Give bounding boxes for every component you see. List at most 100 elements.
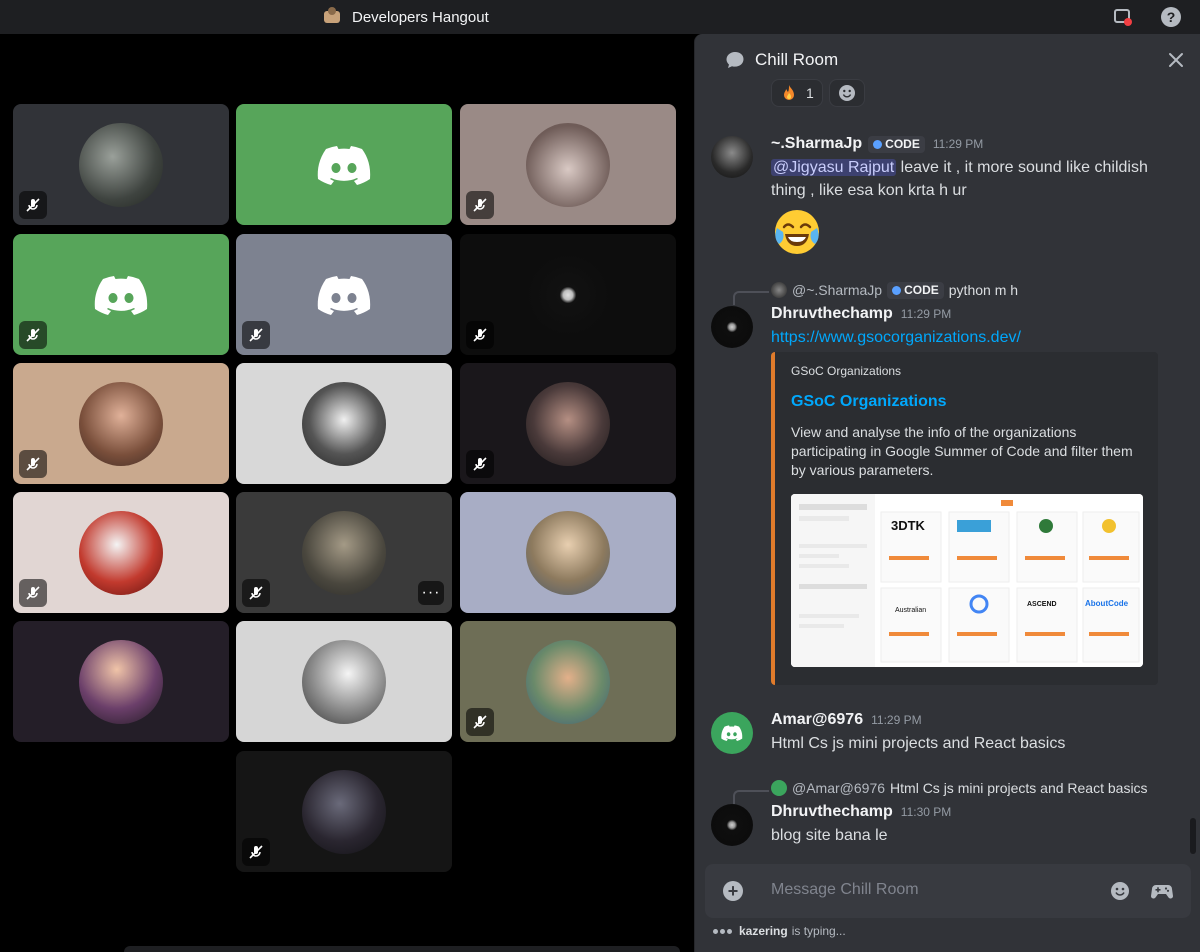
avatar [302, 381, 386, 466]
message-author[interactable]: Dhruvthechamp [771, 803, 893, 821]
message-text: Html Cs js mini projects and React basic… [771, 735, 1066, 752]
embed-description: View and analyse the info of the organiz… [791, 424, 1133, 478]
avatar [79, 639, 163, 724]
video-tile[interactable]: ··· [236, 492, 452, 613]
reaction-fire[interactable]: 1 [771, 79, 823, 107]
add-reaction-button[interactable] [828, 79, 865, 107]
reply-author[interactable]: @~.SharmaJp [792, 282, 882, 298]
message-timestamp: 11:29 PM [871, 713, 922, 727]
message-content: @Jigyasu Rajput leave it , it more sound… [771, 156, 1171, 202]
avatar [302, 510, 386, 595]
link-embed: GSoC Organizations GSoC Organizations Vi… [771, 352, 1158, 685]
mic-muted-icon [466, 321, 494, 349]
video-tile[interactable] [13, 104, 229, 225]
video-tile[interactable] [236, 234, 452, 355]
guild-tag-label: CODE [885, 137, 920, 151]
mic-muted-icon [466, 191, 494, 219]
guild-tag-badge: CODE [887, 281, 944, 299]
video-tile[interactable] [13, 621, 229, 742]
reactions-row: 1 [771, 79, 865, 107]
avatar [526, 252, 610, 337]
avatar [79, 381, 163, 466]
video-tile[interactable] [236, 363, 452, 484]
video-tile[interactable] [460, 621, 676, 742]
emoji-picker-icon[interactable] [1110, 881, 1130, 901]
avatar [79, 122, 163, 207]
guild-tag-label: CODE [904, 283, 939, 297]
mic-muted-icon [242, 321, 270, 349]
mic-muted-icon [19, 191, 47, 219]
svg-text:ASCEND: ASCEND [1027, 601, 1057, 608]
guild-tag-badge[interactable]: CODE [868, 135, 925, 153]
reply-connector [733, 291, 769, 305]
reply-avatar [771, 282, 787, 298]
mic-muted-icon [466, 708, 494, 736]
message: Amar@6976 11:29 PM Html Cs js mini proje… [711, 710, 1181, 760]
reply-avatar [771, 780, 787, 796]
message: Dhruvthechamp 11:30 PM blog site bana le [711, 802, 1181, 852]
user-mention[interactable]: @Jigyasu Rajput [771, 159, 897, 176]
avatar [302, 639, 386, 724]
message: ~.SharmaJp CODE 11:29 PM @Jigyasu Rajput… [711, 134, 1181, 264]
avatar [526, 122, 610, 207]
svg-text:3DTK: 3DTK [891, 518, 926, 533]
avatar[interactable] [711, 712, 753, 754]
inbox-icon[interactable] [1112, 6, 1134, 28]
window-title: Developers Hangout [322, 7, 489, 27]
add-attachment-button[interactable]: + [723, 881, 743, 901]
message-timestamp: 11:30 PM [900, 805, 952, 819]
discord-logo-icon [317, 145, 371, 185]
more-options-button[interactable]: ··· [418, 581, 444, 605]
avatar[interactable] [711, 804, 753, 846]
svg-text:AboutCode: AboutCode [1085, 599, 1129, 608]
avatar [526, 381, 610, 466]
avatar [526, 510, 610, 595]
close-icon[interactable] [1165, 49, 1187, 71]
reply-preview[interactable]: @Amar@6976 Html Cs js mini projects and … [771, 778, 1148, 798]
message-link[interactable]: https://www.gsocorganizations.dev/ [771, 329, 1021, 346]
channel-name: Chill Room [755, 50, 839, 69]
add-reaction-icon [838, 85, 855, 101]
video-tile[interactable] [460, 104, 676, 225]
discord-logo-icon [317, 275, 371, 315]
video-tile[interactable] [460, 492, 676, 613]
reply-preview[interactable]: @~.SharmaJp CODE python m h [771, 280, 1018, 300]
avatar[interactable] [711, 306, 753, 348]
message-timestamp: 11:29 PM [900, 307, 952, 321]
video-tile[interactable] [13, 234, 229, 355]
embed-provider: GSoC Organizations [791, 364, 902, 378]
chat-scrollbar[interactable] [1190, 818, 1196, 854]
video-tile[interactable] [236, 104, 452, 225]
title-bar: Developers Hangout ? [0, 0, 1200, 34]
chat-bubble-icon [726, 52, 744, 68]
video-tile[interactable] [236, 751, 452, 872]
help-icon[interactable]: ? [1160, 6, 1182, 28]
gamepad-icon[interactable] [1151, 881, 1173, 901]
avatar [526, 639, 610, 724]
reply-text: python m h [948, 282, 1019, 298]
embed-title[interactable]: GSoC Organizations [791, 393, 1142, 411]
avatar[interactable] [711, 136, 753, 178]
video-tile[interactable] [460, 234, 676, 355]
window-title-text: Developers Hangout [352, 8, 489, 26]
tag-drop-icon [873, 139, 883, 149]
message-composer[interactable]: + Message Chill Room [705, 864, 1191, 918]
message-author[interactable]: Amar@6976 [771, 711, 863, 729]
video-tile[interactable] [13, 363, 229, 484]
video-tile[interactable] [460, 363, 676, 484]
mic-muted-icon [242, 579, 270, 607]
message-input[interactable]: Message Chill Room [771, 881, 919, 899]
mic-muted-icon [242, 838, 270, 866]
chat-panel: Chill Room 1 ~.SharmaJp CODE 11:29 PM @J… [694, 34, 1200, 952]
reply-text: Html Cs js mini projects and React basic… [890, 780, 1148, 796]
video-tile[interactable] [13, 492, 229, 613]
message-author[interactable]: ~.SharmaJp [771, 135, 862, 153]
mic-muted-icon [19, 579, 47, 607]
message-author[interactable]: Dhruvthechamp [771, 305, 893, 323]
typing-suffix: is typing... [791, 924, 846, 938]
bottom-bar [124, 946, 680, 952]
embed-preview-image[interactable]: 3DTK Australian ASCEND AboutCode [791, 494, 1143, 667]
video-tile[interactable] [236, 621, 452, 742]
reply-author[interactable]: @Amar@6976 [792, 780, 885, 796]
discord-logo-icon [94, 275, 148, 315]
